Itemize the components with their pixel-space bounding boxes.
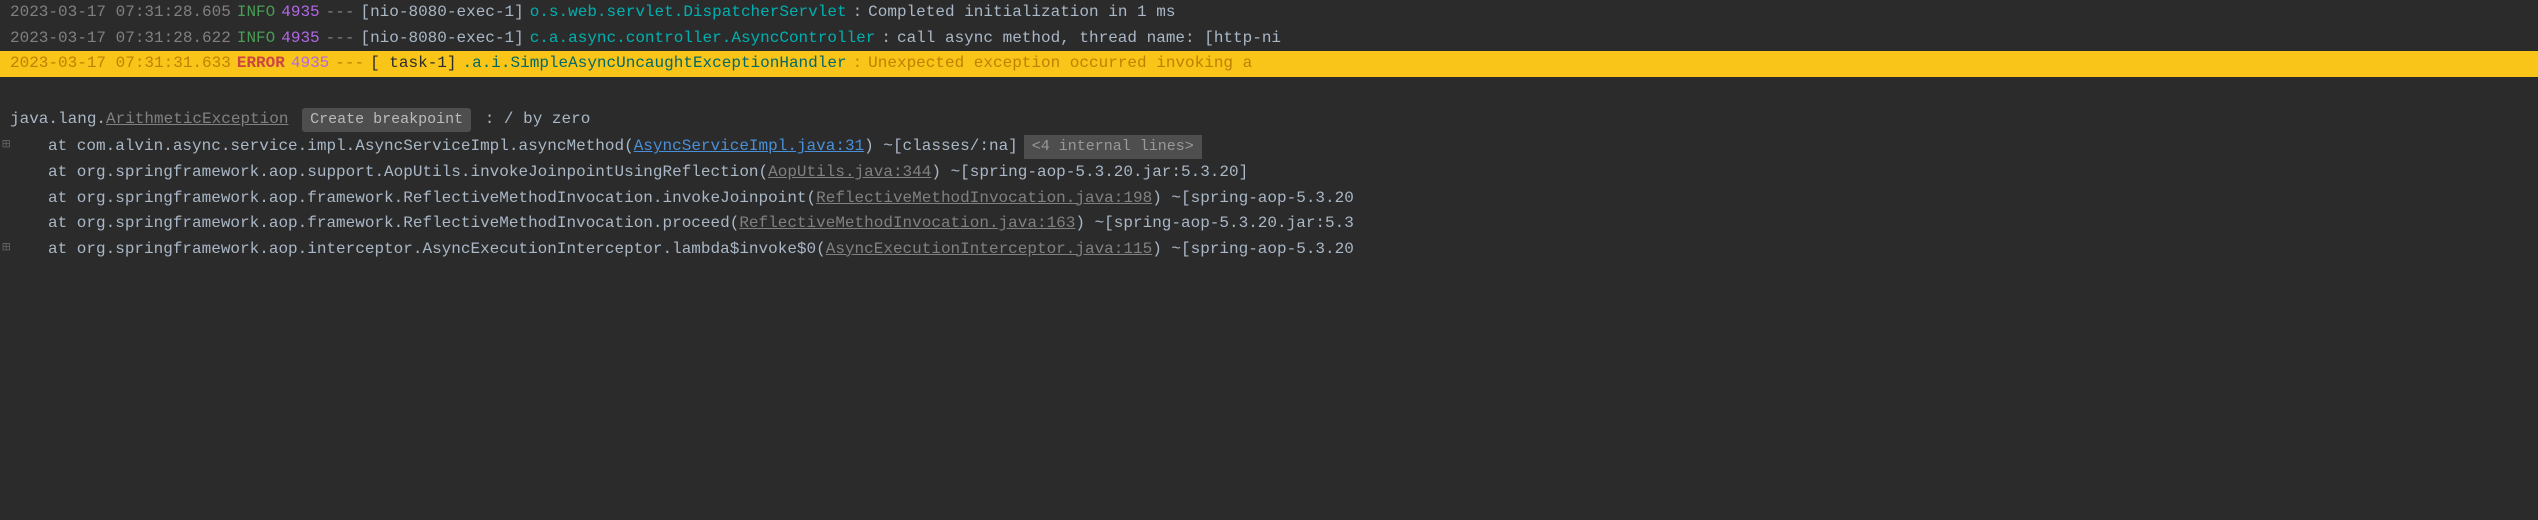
source-link[interactable]: ReflectiveMethodInvocation.java:198 [816, 189, 1152, 207]
source-link[interactable]: AopUtils.java:344 [768, 163, 931, 181]
stack-jar-info: ) ~[spring-aop-5.3.20 [1152, 189, 1354, 207]
log-line: 2023-03-17 07:31:28.622 INFO 4935 ---[nio… [0, 26, 2538, 52]
log-line: 2023-03-17 07:31:28.605 INFO 4935 ---[nio… [0, 0, 2538, 26]
log-colon: : [881, 26, 891, 52]
log-pid: 4935 [281, 0, 319, 26]
console-log: 2023-03-17 07:31:28.605 INFO 4935---[nio… [0, 0, 2538, 77]
stack-frame: at org.springframework.aop.support.AopUt… [0, 160, 2538, 186]
log-message: Unexpected exception occurred invoking a [868, 51, 1252, 77]
log-level: ERROR [237, 51, 285, 77]
log-level: INFO [237, 0, 275, 26]
log-pid: 4935 [281, 26, 319, 52]
stack-method: at org.springframework.aop.framework.Ref… [48, 189, 816, 207]
stack-frame: at org.springframework.aop.framework.Ref… [0, 211, 2538, 237]
log-logger: o.s.web.servlet.DispatcherServlet [530, 0, 847, 26]
stack-method: at com.alvin.async.service.impl.AsyncSer… [48, 137, 634, 155]
stack-trace: ⊞ at com.alvin.async.service.impl.AsyncSe… [0, 134, 2538, 262]
expand-icon[interactable]: ⊞ [2, 237, 10, 259]
stack-method: at org.springframework.aop.interceptor.A… [48, 240, 826, 258]
log-thread: [nio-8080-exec-1] [360, 26, 523, 52]
stack-jar-info: ) ~[spring-aop-5.3.20.jar:5.3.20] [931, 163, 1248, 181]
log-separator: --- [335, 51, 364, 77]
log-timestamp: 2023-03-17 07:31:31.633 [10, 51, 231, 77]
blank-line [0, 77, 2538, 105]
source-link[interactable]: ReflectiveMethodInvocation.java:163 [739, 214, 1075, 232]
exception-message: : / by zero [475, 110, 590, 128]
log-message: call async method, thread name: [http-ni [897, 26, 1281, 52]
exception-package: java.lang. [10, 110, 106, 128]
stack-jar-info: ) ~[spring-aop-5.3.20.jar:5.3 [1075, 214, 1353, 232]
stack-frame: ⊞ at com.alvin.async.service.impl.AsyncSe… [0, 134, 2538, 160]
log-pid: 4935 [291, 51, 329, 77]
log-timestamp: 2023-03-17 07:31:28.605 [10, 0, 231, 26]
stack-frame: ⊞ at org.springframework.aop.interceptor.… [0, 237, 2538, 263]
log-separator: --- [326, 26, 355, 52]
log-level: INFO [237, 26, 275, 52]
internal-lines-badge[interactable]: <4 internal lines> [1024, 135, 1202, 159]
source-link[interactable]: AsyncExecutionInterceptor.java:115 [826, 240, 1152, 258]
log-colon: : [853, 51, 863, 77]
stack-method: at org.springframework.aop.support.AopUt… [48, 163, 768, 181]
log-separator: --- [326, 0, 355, 26]
expand-icon[interactable]: ⊞ [2, 134, 10, 156]
source-link[interactable]: AsyncServiceImpl.java:31 [634, 137, 864, 155]
log-thread: [nio-8080-exec-1] [360, 0, 523, 26]
log-logger: c.a.async.controller.AsyncController [530, 26, 876, 52]
stack-method: at org.springframework.aop.framework.Ref… [48, 214, 739, 232]
log-logger: .a.i.SimpleAsyncUncaughtExceptionHandler [463, 51, 847, 77]
log-thread: [ task-1] [370, 51, 456, 77]
log-timestamp: 2023-03-17 07:31:28.622 [10, 26, 231, 52]
stack-jar-info: ) ~[spring-aop-5.3.20 [1152, 240, 1354, 258]
exception-header: java.lang.ArithmeticException Create bre… [0, 105, 2538, 135]
log-message: Completed initialization in 1 ms [868, 0, 1175, 26]
stack-jar-info: ) ~[classes/:na] [864, 137, 1018, 155]
stack-frame: at org.springframework.aop.framework.Ref… [0, 186, 2538, 212]
log-line: 2023-03-17 07:31:31.633 ERROR 4935---[ t… [0, 51, 2538, 77]
exception-class-name[interactable]: ArithmeticException [106, 110, 288, 128]
create-breakpoint-button[interactable]: Create breakpoint [302, 108, 471, 132]
log-colon: : [853, 0, 863, 26]
